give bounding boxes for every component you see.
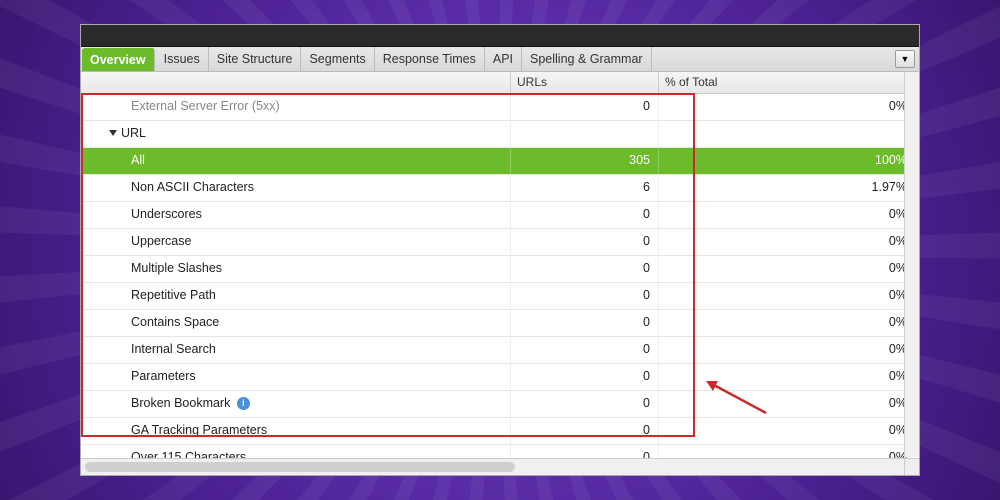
info-icon[interactable]: i xyxy=(237,397,250,410)
column-headers: URLs % of Total xyxy=(81,72,919,94)
row-pct: 0% xyxy=(659,418,919,444)
scrollbar-corner xyxy=(904,458,919,475)
row-pct: 0% xyxy=(659,283,919,309)
row-urls: 305 xyxy=(511,148,659,174)
row-urls: 0 xyxy=(511,202,659,228)
col-header-name[interactable] xyxy=(81,72,511,93)
row-broken-bookmark[interactable]: Broken Bookmark i 0 0% xyxy=(81,391,919,418)
col-header-pct[interactable]: % of Total xyxy=(659,72,919,93)
row-multiple-slashes[interactable]: Multiple Slashes 0 0% xyxy=(81,256,919,283)
scrollbar-thumb[interactable] xyxy=(85,462,515,472)
caret-down-icon xyxy=(109,130,117,136)
row-label: Repetitive Path xyxy=(81,283,511,309)
row-urls: 6 xyxy=(511,175,659,201)
row-urls: 0 xyxy=(511,229,659,255)
tab-bar: Overview Issues Site Structure Segments … xyxy=(81,47,919,72)
row-underscores[interactable]: Underscores 0 0% xyxy=(81,202,919,229)
row-urls: 0 xyxy=(511,364,659,390)
row-label: Contains Space xyxy=(81,310,511,336)
row-pct: 0% xyxy=(659,391,919,417)
row-label: Underscores xyxy=(81,202,511,228)
row-pct: 100% xyxy=(659,148,919,174)
row-label: Non ASCII Characters xyxy=(81,175,511,201)
row-pct: 0% xyxy=(659,256,919,282)
scrollbar-horizontal[interactable] xyxy=(81,458,904,475)
row-urls: 0 xyxy=(511,391,659,417)
row-uppercase[interactable]: Uppercase 0 0% xyxy=(81,229,919,256)
row-pct: 0% xyxy=(659,229,919,255)
rows-container: External Server Error (5xx) 0 0% URL All… xyxy=(81,94,919,475)
tab-overview[interactable]: Overview xyxy=(82,48,155,71)
row-urls: 0 xyxy=(511,337,659,363)
tab-response-times[interactable]: Response Times xyxy=(375,47,485,71)
row-label: Uppercase xyxy=(81,229,511,255)
row-label: All xyxy=(81,148,511,174)
group-url-text: URL xyxy=(121,126,146,140)
window-topbar xyxy=(81,25,919,47)
row-external-server-error[interactable]: External Server Error (5xx) 0 0% xyxy=(81,94,919,121)
row-broken-bookmark-text: Broken Bookmark xyxy=(131,396,230,410)
row-internal-search[interactable]: Internal Search 0 0% xyxy=(81,337,919,364)
col-header-urls[interactable]: URLs xyxy=(511,72,659,93)
row-contains-space[interactable]: Contains Space 0 0% xyxy=(81,310,919,337)
tab-overflow-dropdown[interactable]: ▼ xyxy=(895,50,915,68)
row-ga-tracking[interactable]: GA Tracking Parameters 0 0% xyxy=(81,418,919,445)
row-repetitive-path[interactable]: Repetitive Path 0 0% xyxy=(81,283,919,310)
tab-issues[interactable]: Issues xyxy=(156,47,209,71)
group-label: URL xyxy=(81,121,511,147)
tab-segments[interactable]: Segments xyxy=(301,47,374,71)
row-non-ascii[interactable]: Non ASCII Characters 6 1.97% xyxy=(81,175,919,202)
row-pct: 0% xyxy=(659,337,919,363)
app-panel: Overview Issues Site Structure Segments … xyxy=(80,24,920,476)
tab-spelling-grammar[interactable]: Spelling & Grammar xyxy=(522,47,652,71)
row-label: Multiple Slashes xyxy=(81,256,511,282)
row-label: Broken Bookmark i xyxy=(81,391,511,417)
row-urls: 0 xyxy=(511,418,659,444)
tab-site-structure[interactable]: Site Structure xyxy=(209,47,302,71)
row-urls: 0 xyxy=(511,256,659,282)
row-urls: 0 xyxy=(511,283,659,309)
row-pct: 0% xyxy=(659,202,919,228)
row-pct: 0% xyxy=(659,364,919,390)
tab-api[interactable]: API xyxy=(485,47,522,71)
row-urls: 0 xyxy=(511,310,659,336)
scrollbar-vertical[interactable] xyxy=(904,72,919,457)
row-pct: 0% xyxy=(659,94,919,120)
row-pct: 0% xyxy=(659,310,919,336)
row-label: External Server Error (5xx) xyxy=(81,94,511,120)
row-label: Internal Search xyxy=(81,337,511,363)
row-urls: 0 xyxy=(511,94,659,120)
row-label: Parameters xyxy=(81,364,511,390)
row-parameters[interactable]: Parameters 0 0% xyxy=(81,364,919,391)
group-url[interactable]: URL xyxy=(81,121,919,148)
row-pct: 1.97% xyxy=(659,175,919,201)
row-all[interactable]: All 305 100% xyxy=(81,148,919,175)
row-label: GA Tracking Parameters xyxy=(81,418,511,444)
